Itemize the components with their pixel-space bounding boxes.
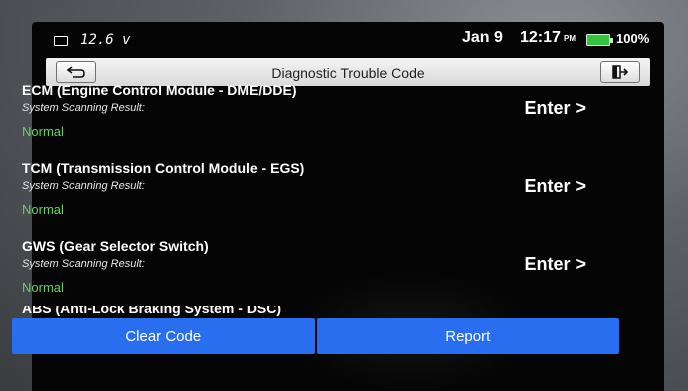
scan-status: Normal xyxy=(22,202,64,217)
bottom-action-bar: Clear Code Report xyxy=(12,318,619,354)
scan-status: Normal xyxy=(22,124,64,139)
module-title: ABS (Anti-Lock Braking System - DSC) xyxy=(22,306,282,316)
status-date: Jan 9 xyxy=(462,29,503,46)
status-time: 12:17 xyxy=(520,29,561,46)
vehicle-battery-icon xyxy=(54,36,68,46)
list-item[interactable]: ECM (Engine Control Module - DME/DDE) Sy… xyxy=(22,82,602,160)
status-bar: 12.6 v Jan 9 12:17 PM 100% xyxy=(32,22,664,56)
list-item[interactable]: GWS (Gear Selector Switch) System Scanni… xyxy=(22,238,602,316)
report-button[interactable]: Report xyxy=(316,318,619,354)
list-item-partial[interactable]: ABS (Anti-Lock Braking System - DSC) xyxy=(22,306,602,316)
enter-button[interactable]: Enter > xyxy=(524,254,586,275)
exit-door-icon xyxy=(612,65,629,79)
enter-button[interactable]: Enter > xyxy=(524,176,586,197)
page-title: Diagnostic Trouble Code xyxy=(271,65,425,81)
enter-button[interactable]: Enter > xyxy=(524,98,586,119)
module-title: TCM (Transmission Control Module - EGS) xyxy=(22,160,305,176)
scan-result-label: System Scanning Result: xyxy=(22,258,145,270)
module-list: ECM (Engine Control Module - DME/DDE) Sy… xyxy=(22,82,602,316)
scan-result-label: System Scanning Result: xyxy=(22,102,145,114)
scan-result-label: System Scanning Result: xyxy=(22,180,145,192)
device-battery-icon xyxy=(586,34,613,46)
status-ampm: PM xyxy=(564,34,576,43)
module-title: GWS (Gear Selector Switch) xyxy=(22,238,209,254)
module-title: ECM (Engine Control Module - DME/DDE) xyxy=(22,82,297,98)
clear-code-button[interactable]: Clear Code xyxy=(12,318,315,354)
scan-status: Normal xyxy=(22,280,64,295)
exit-button[interactable] xyxy=(600,61,640,83)
battery-voltage: 12.6 v xyxy=(80,32,131,48)
battery-percent: 100% xyxy=(616,31,650,46)
list-item[interactable]: TCM (Transmission Control Module - EGS) … xyxy=(22,160,602,238)
